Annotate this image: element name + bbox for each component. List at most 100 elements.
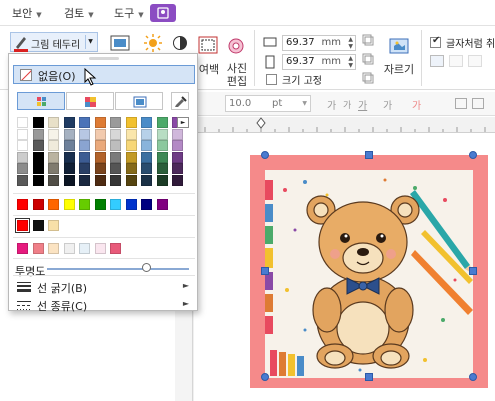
color-swatch[interactable] xyxy=(125,151,137,163)
recent-color-swatch[interactable] xyxy=(15,218,30,233)
color-swatch[interactable] xyxy=(17,117,28,128)
crop-icon[interactable] xyxy=(386,36,412,58)
more-colors-icon[interactable]: ► xyxy=(177,117,189,128)
opacity-slider-thumb[interactable] xyxy=(142,263,152,272)
photo-edit-label[interactable]: 사진 편집 xyxy=(225,62,249,88)
standard-color-swatch[interactable] xyxy=(32,199,44,210)
color-swatch[interactable] xyxy=(79,140,90,151)
color-swatch[interactable] xyxy=(110,117,121,128)
color-swatch[interactable] xyxy=(17,174,28,186)
no-color-option[interactable]: 없음(O) xyxy=(13,65,195,86)
color-swatch[interactable] xyxy=(48,128,59,140)
resize-handle-left[interactable] xyxy=(261,267,269,275)
wrap-behind-icon[interactable] xyxy=(468,55,482,67)
height-field[interactable]: 69.37 mm ▲ ▼ xyxy=(282,54,356,70)
resize-handle-bottom-right[interactable] xyxy=(469,373,477,381)
eyedropper-button[interactable] xyxy=(171,92,189,110)
color-swatch[interactable] xyxy=(94,128,106,140)
color-swatch[interactable] xyxy=(141,117,152,128)
extra-color-swatch[interactable] xyxy=(48,243,59,254)
menu-tools[interactable]: 도구 ▼ xyxy=(114,5,144,21)
color-swatch[interactable] xyxy=(63,140,75,151)
standard-color-swatch[interactable] xyxy=(94,199,106,210)
selected-picture[interactable] xyxy=(250,151,488,388)
wrap-tight-icon[interactable] xyxy=(449,55,463,67)
color-swatch[interactable] xyxy=(48,174,59,186)
color-swatch[interactable] xyxy=(125,140,137,151)
resize-handle-top-right[interactable] xyxy=(469,151,477,159)
standard-color-swatch[interactable] xyxy=(79,199,90,210)
paste-size-icon[interactable] xyxy=(362,53,374,65)
tab-standard-colors[interactable] xyxy=(66,92,114,110)
standard-color-swatch[interactable] xyxy=(110,199,121,210)
color-swatch[interactable] xyxy=(48,163,59,174)
panel-grip[interactable] xyxy=(89,57,119,60)
color-swatch[interactable] xyxy=(172,174,183,186)
resize-handle-top[interactable] xyxy=(365,151,373,159)
picture-tools-tab[interactable] xyxy=(150,4,176,22)
standard-color-swatch[interactable] xyxy=(48,199,59,210)
color-swatch[interactable] xyxy=(94,117,106,128)
color-swatch[interactable] xyxy=(141,151,152,163)
font-size-field[interactable]: 10.0 pt ▼ xyxy=(225,95,311,112)
color-swatch[interactable] xyxy=(63,151,75,163)
color-swatch[interactable] xyxy=(17,163,28,174)
color-swatch[interactable] xyxy=(172,163,183,174)
chevron-down-icon[interactable]: ▼ xyxy=(302,96,307,111)
color-swatch[interactable] xyxy=(125,174,137,186)
color-swatch[interactable] xyxy=(79,117,90,128)
photo-edit-icon[interactable] xyxy=(226,36,246,56)
color-swatch[interactable] xyxy=(156,151,168,163)
color-swatch[interactable] xyxy=(17,128,28,140)
color-swatch[interactable] xyxy=(32,128,44,140)
color-swatch[interactable] xyxy=(110,151,121,163)
color-swatch[interactable] xyxy=(110,163,121,174)
opacity-slider-track[interactable] xyxy=(47,268,189,270)
color-swatch[interactable] xyxy=(156,117,168,128)
color-swatch[interactable] xyxy=(172,128,183,140)
color-swatch[interactable] xyxy=(110,174,121,186)
font-color-button[interactable]: 가 xyxy=(412,97,421,112)
horizontal-ruler[interactable] xyxy=(195,117,495,133)
underline-button[interactable]: 가 xyxy=(358,97,367,112)
extra-color-swatch[interactable] xyxy=(32,243,44,254)
resize-handle-right[interactable] xyxy=(469,267,477,275)
color-swatch[interactable] xyxy=(79,174,90,186)
color-swatch[interactable] xyxy=(125,163,137,174)
color-swatch[interactable] xyxy=(48,151,59,163)
extra-color-swatch[interactable] xyxy=(17,243,28,254)
align-left-icon[interactable] xyxy=(455,98,467,109)
color-swatch[interactable] xyxy=(32,174,44,186)
color-swatch[interactable] xyxy=(110,140,121,151)
spin-icon[interactable]: ▲ ▼ xyxy=(348,36,353,50)
color-swatch[interactable] xyxy=(141,174,152,186)
recent-color-swatch[interactable] xyxy=(48,220,59,231)
lock-size-checkbox[interactable] xyxy=(266,74,277,85)
color-swatch[interactable] xyxy=(156,140,168,151)
color-swatch[interactable] xyxy=(17,151,28,163)
color-swatch[interactable] xyxy=(172,151,183,163)
color-swatch[interactable] xyxy=(94,163,106,174)
chevron-down-icon[interactable]: ▼ xyxy=(85,35,95,49)
standard-color-swatch[interactable] xyxy=(156,199,168,210)
color-swatch[interactable] xyxy=(156,163,168,174)
line-width-menu[interactable]: 선 굵기(B) ► xyxy=(13,278,195,296)
extra-color-swatch[interactable] xyxy=(110,243,121,254)
margin-label[interactable]: 여백 xyxy=(198,63,220,76)
resize-handle-top-left[interactable] xyxy=(261,151,269,159)
color-swatch[interactable] xyxy=(63,174,75,186)
align-center-icon[interactable] xyxy=(472,98,484,109)
color-swatch[interactable] xyxy=(32,140,44,151)
width-field[interactable]: 69.37 mm ▲ ▼ xyxy=(282,35,356,51)
copy-size-icon[interactable] xyxy=(362,34,374,46)
line-type-menu[interactable]: 선 종류(C) ► xyxy=(13,296,195,314)
font-grow-button[interactable]: 가 xyxy=(327,97,336,112)
color-swatch[interactable] xyxy=(32,163,44,174)
resize-handle-bottom-left[interactable] xyxy=(261,373,269,381)
picture-border-button[interactable]: 그림 테두리 ▼ xyxy=(10,32,98,52)
color-swatch[interactable] xyxy=(141,163,152,174)
color-swatch[interactable] xyxy=(110,128,121,140)
color-swatch[interactable] xyxy=(172,140,183,151)
char-spacing-button[interactable]: 가 xyxy=(383,97,392,112)
tab-theme-colors[interactable] xyxy=(17,92,65,110)
